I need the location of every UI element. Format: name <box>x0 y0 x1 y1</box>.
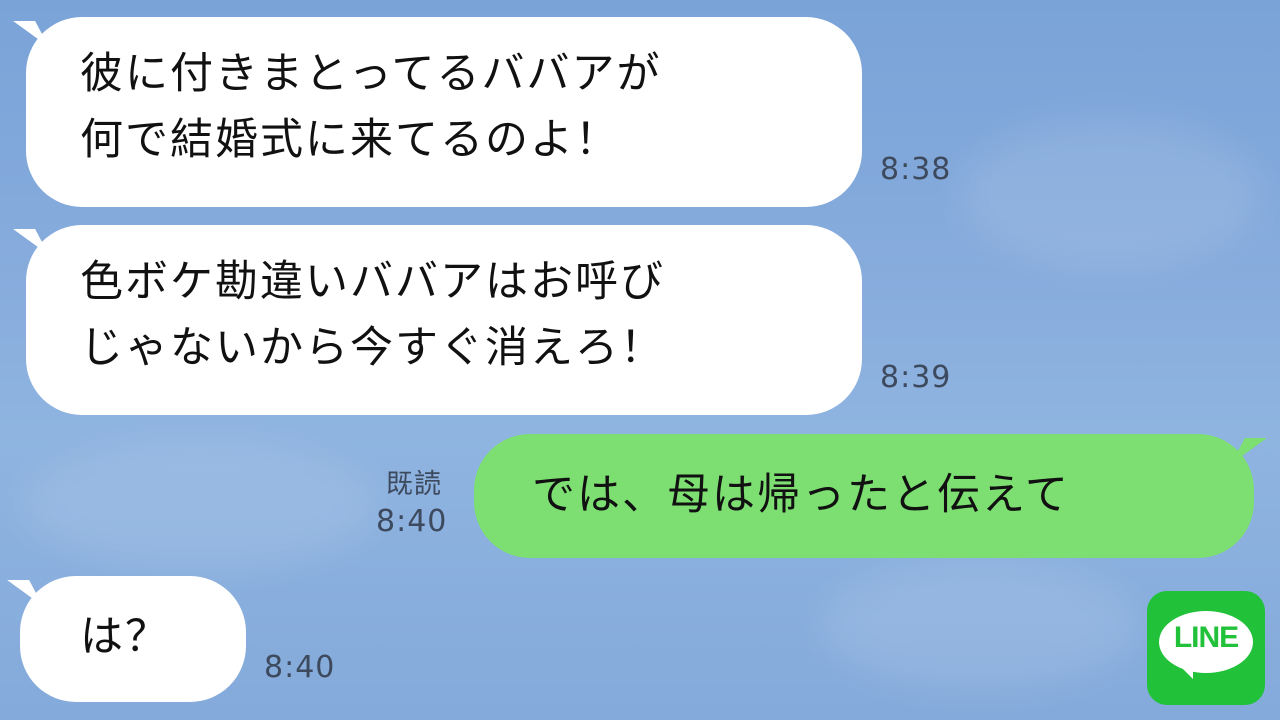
message-timestamp: 8:39 <box>880 360 952 395</box>
message-bubble-outgoing[interactable]: では、母は帰ったと伝えて <box>474 434 1267 558</box>
bubble-tail <box>7 580 43 606</box>
message-text: は？ <box>80 612 170 662</box>
read-receipt-label: 既読 <box>386 469 442 500</box>
speech-bubble-tail <box>1177 663 1193 679</box>
message-bubble-incoming[interactable]: は？ <box>7 576 246 702</box>
message-bubble-incoming[interactable]: 彼に付きまとってるババアが 何で結婚式に来てるのよ！ <box>13 17 862 207</box>
bubble-tail <box>13 21 49 47</box>
logo-text: LINE <box>1173 621 1239 654</box>
message-timestamp: 8:38 <box>880 152 952 187</box>
message-timestamp: 8:40 <box>264 650 336 685</box>
message-text: 彼に付きまとってるババアが 何で結婚式に来てるのよ！ <box>80 49 662 165</box>
background-cloud <box>20 440 380 570</box>
bubble-tail <box>1231 438 1267 464</box>
background-cloud <box>820 560 1140 690</box>
message-bubble-incoming[interactable]: 色ボケ勘違いババアはお呼び じゃないから今すぐ消えろ！ <box>13 225 862 415</box>
background-cloud <box>960 120 1260 270</box>
bubble-tail <box>13 229 49 255</box>
message-text: 色ボケ勘違いババアはお呼び じゃないから今すぐ消えろ！ <box>80 257 665 373</box>
message-text: では、母は帰ったと伝えて <box>532 470 1070 520</box>
line-app-icon: LINE <box>1147 591 1265 705</box>
message-timestamp: 8:40 <box>376 504 448 539</box>
